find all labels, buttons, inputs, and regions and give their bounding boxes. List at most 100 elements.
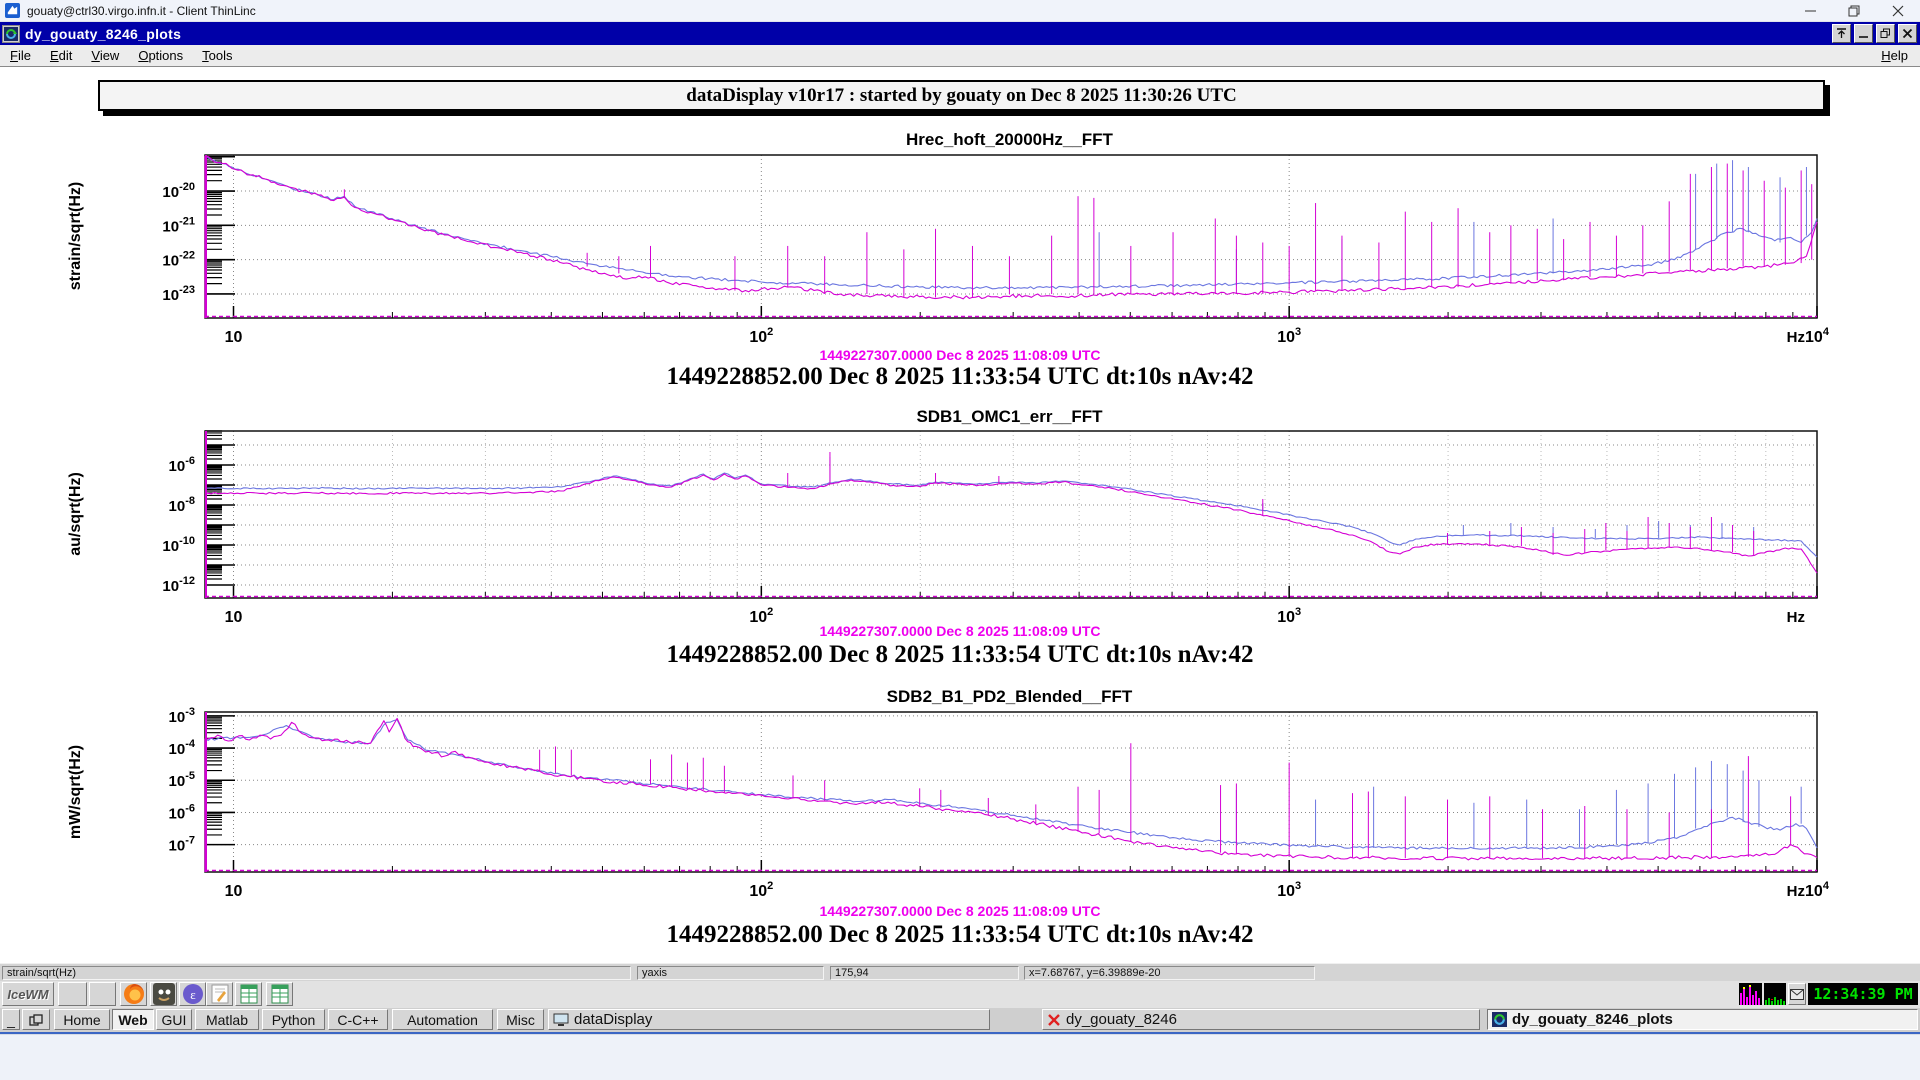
svg-text:Hz: Hz — [1787, 329, 1805, 346]
workspace-label: C-C++ — [337, 1011, 379, 1028]
icewm-blank-button-2[interactable] — [89, 982, 116, 1006]
spreadsheet-icon — [269, 983, 291, 1005]
plot2-average-info: 1449228852.00 Dec 8 2025 11:33:54 UTC dt… — [666, 641, 1254, 668]
monitor-icon — [553, 1013, 569, 1027]
app-window-controls — [1832, 24, 1917, 43]
plot3-title: SDB2_B1_PD2_Blended__FFT — [886, 687, 1133, 706]
quick-launch-firefox[interactable] — [120, 982, 147, 1006]
cpu-monitor-applet[interactable] — [1739, 983, 1762, 1005]
minimize-icon[interactable] — [1788, 0, 1832, 21]
plot1-cursor-time: 1449227307.0000 Dec 8 2025 11:08:09 UTC — [819, 347, 1101, 363]
envelope-icon — [1790, 988, 1804, 1000]
maximize-icon[interactable] — [1832, 0, 1876, 21]
plot1-title: Hrec_hoft_20000Hz__FFT — [906, 130, 1113, 149]
menu-help[interactable]: Help — [1881, 48, 1908, 63]
svg-text:Hz: Hz — [1787, 609, 1805, 626]
task-label: dy_gouaty_8246 — [1066, 1011, 1177, 1028]
svg-text:103: 103 — [1277, 606, 1301, 626]
svg-text:10-6: 10-6 — [169, 455, 195, 475]
gimp-icon — [152, 983, 175, 1005]
restore-icon[interactable] — [1876, 24, 1895, 43]
svg-text:10-3: 10-3 — [169, 706, 195, 726]
emacs-icon: ε — [182, 983, 204, 1005]
spreadsheet-icon — [238, 983, 260, 1005]
plot-canvas: dataDisplay v10r17 : started by gouaty o… — [0, 67, 1920, 963]
quick-launch-spreadsheet[interactable] — [266, 982, 293, 1006]
menu-options[interactable]: Options — [138, 48, 183, 63]
close-icon[interactable] — [1876, 0, 1920, 21]
svg-text:10-20: 10-20 — [162, 181, 195, 201]
net-monitor-icon — [1764, 983, 1786, 1005]
svg-text:10: 10 — [225, 883, 243, 900]
svg-text:10-10: 10-10 — [162, 535, 195, 555]
show-desktop-button[interactable]: _ — [2, 1009, 20, 1030]
menu-tools[interactable]: Tools — [202, 48, 232, 63]
workspace-label: Automation — [407, 1011, 478, 1028]
workspace-misc[interactable]: Misc — [497, 1009, 544, 1030]
icewm-blank-button-1[interactable] — [58, 982, 87, 1006]
svg-text:10-7: 10-7 — [169, 835, 195, 855]
workspace-label: Misc — [506, 1011, 535, 1028]
quick-launch-text-editor[interactable] — [206, 982, 233, 1006]
dataDisplay-logo-icon — [1492, 1012, 1507, 1027]
menubar: File Edit View Options Tools Help — [0, 45, 1920, 67]
menu-edit[interactable]: Edit — [50, 48, 72, 63]
app-window-title: dy_gouaty_8246_plots — [25, 25, 182, 42]
svg-text:10: 10 — [225, 609, 243, 626]
cpu-monitor-icon — [1739, 983, 1762, 1005]
menu-view[interactable]: View — [91, 48, 119, 63]
menu-file[interactable]: File — [10, 48, 31, 63]
network-monitor-applet[interactable] — [1764, 983, 1786, 1005]
svg-text:103: 103 — [1277, 326, 1301, 346]
svg-text:Hz: Hz — [1787, 883, 1805, 900]
task-dy_gouaty_8246_plots[interactable]: dy_gouaty_8246_plots — [1487, 1009, 1918, 1030]
workspace-label: Home — [63, 1011, 101, 1028]
svg-text:ε: ε — [190, 987, 196, 1002]
screen: gouaty@ctrl30.virgo.infn.it - Client Thi… — [0, 0, 1920, 1080]
workspace-c-c++[interactable]: C-C++ — [328, 1009, 388, 1030]
plot3-chart[interactable]: 10-3 10-4 10-5 10-6 10-7 10 102 103 104Hz — [0, 706, 1920, 906]
workspace-home[interactable]: Home — [54, 1009, 110, 1030]
windows-taskbar: 14zmW 12:34 08/12/2025 z — [0, 1034, 1920, 1080]
workspace-web[interactable]: Web — [112, 1009, 154, 1030]
quick-launch-emacs[interactable]: ε — [179, 982, 206, 1006]
svg-text:104: 104 — [1805, 880, 1830, 900]
workspace-python[interactable]: Python — [262, 1009, 325, 1030]
thinlinc-window-controls — [1788, 0, 1920, 21]
session-header: dataDisplay v10r17 : started by gouaty o… — [98, 80, 1825, 111]
workspace-automation[interactable]: Automation — [392, 1009, 493, 1030]
icewm-task-row: _ Home Web GUI Matlab Python C-C++ Automation Mi… — [0, 1008, 1920, 1032]
task-dataDisplay[interactable]: dataDisplay — [548, 1009, 990, 1030]
svg-text:10-5: 10-5 — [169, 770, 195, 790]
svg-text:104: 104 — [1805, 326, 1830, 346]
datadisplay-app-icon — [2, 24, 20, 43]
thinlinc-titlebar: gouaty@ctrl30.virgo.infn.it - Client Thi… — [0, 0, 1920, 22]
workspace-label: Web — [118, 1011, 148, 1028]
rollup-icon[interactable] — [1832, 24, 1851, 43]
svg-text:10-22: 10-22 — [162, 250, 195, 270]
svg-text:103: 103 — [1277, 880, 1301, 900]
svg-text:10-21: 10-21 — [162, 215, 195, 235]
workspace-matlab[interactable]: Matlab — [195, 1009, 259, 1030]
svg-text:10-4: 10-4 — [169, 738, 196, 758]
window-list-button[interactable] — [22, 1009, 50, 1030]
status-data-coords: x=7.68767, y=6.39889e-20 — [1024, 966, 1315, 980]
quick-launch-gimp[interactable] — [150, 982, 177, 1006]
minimize-icon[interactable] — [1854, 24, 1873, 43]
plot1-chart[interactable]: 10-20 10-21 10-22 10-23 10 102 103 104Hz — [0, 149, 1920, 349]
firefox-icon — [122, 983, 146, 1005]
quick-launch-spreadsheet[interactable] — [235, 982, 262, 1006]
svg-text:10: 10 — [225, 329, 243, 346]
workspace-label: GUI — [161, 1011, 187, 1028]
mailbox-applet[interactable] — [1788, 983, 1806, 1005]
workspace-label: Python — [271, 1011, 316, 1028]
workspace-gui[interactable]: GUI — [156, 1009, 192, 1030]
task-dy_gouaty_8246[interactable]: dy_gouaty_8246 — [1042, 1009, 1480, 1030]
status-pixel-coords: 175,94 — [830, 966, 1019, 980]
plot2-chart[interactable]: 10-6 10-8 10-10 10-12 10 102 103 Hz — [0, 425, 1920, 635]
close-icon[interactable] — [1898, 24, 1917, 43]
svg-text:102: 102 — [749, 606, 773, 626]
icewm-menu-button[interactable]: IceWM — [2, 982, 54, 1006]
icewm-clock[interactable]: 12:34:39 PM — [1808, 983, 1918, 1005]
winlist-icon — [29, 1013, 43, 1026]
